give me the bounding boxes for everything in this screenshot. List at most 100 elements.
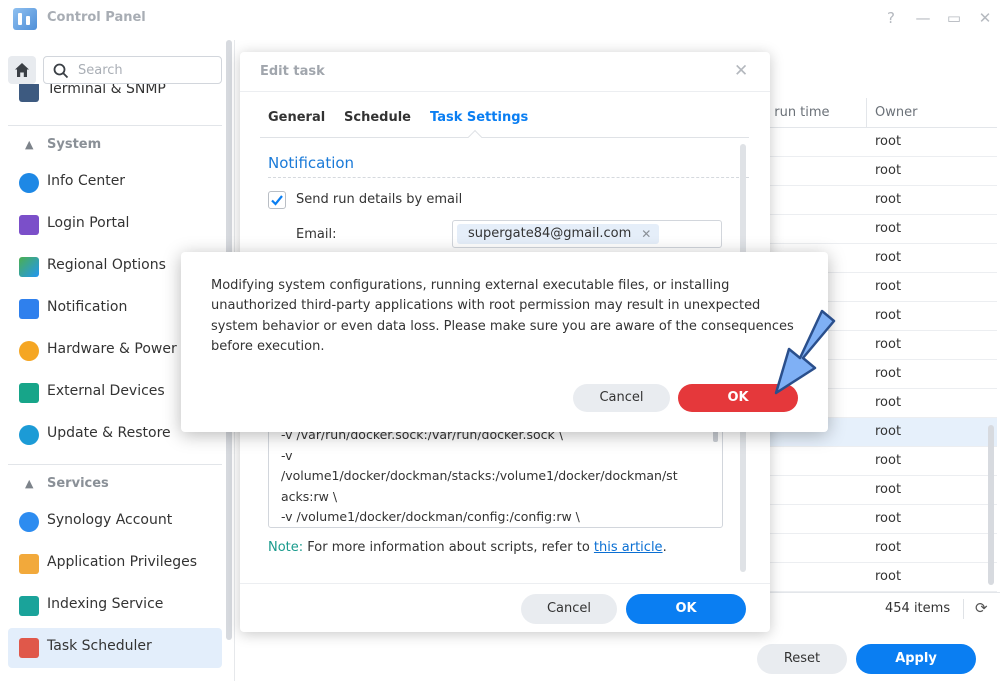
- sidebar-item-application-privileges[interactable]: Application Privileges: [8, 544, 222, 584]
- sidebar-item-indexing-service[interactable]: Indexing Service: [8, 586, 222, 626]
- divider: [240, 583, 770, 584]
- search-input[interactable]: [76, 60, 216, 80]
- info-icon: [19, 173, 39, 193]
- reset-button[interactable]: Reset: [757, 644, 847, 674]
- sidebar-item-terminal-snmp[interactable]: Terminal & SNMP: [8, 84, 222, 106]
- table-footer: 454 items ⟳: [765, 592, 1000, 624]
- login-portal-icon: [19, 215, 39, 235]
- search-icon: [53, 63, 69, 79]
- chevron-up-icon: ▲: [25, 477, 34, 490]
- email-label: Email:: [296, 227, 337, 242]
- owner-cell: root: [875, 134, 902, 149]
- search-field[interactable]: [43, 56, 222, 84]
- send-email-checkbox[interactable]: [268, 191, 286, 209]
- item-count: 454 items: [885, 601, 951, 616]
- indexing-service-icon: [19, 596, 39, 616]
- external-devices-icon: [19, 383, 39, 403]
- table-row[interactable]: root: [765, 128, 997, 157]
- column-divider: [866, 98, 867, 128]
- apply-button[interactable]: Apply: [856, 644, 976, 674]
- owner-cell: root: [875, 163, 902, 178]
- checkmark-icon: [271, 195, 283, 206]
- window-title: Control Panel: [47, 10, 146, 25]
- table-row[interactable]: root: [765, 157, 997, 186]
- owner-cell: root: [875, 192, 902, 207]
- warning-dialog: Modifying system configurations, running…: [181, 252, 828, 432]
- tab-underline: [260, 137, 749, 138]
- divider: [8, 125, 222, 126]
- sidebar-item-login-portal[interactable]: Login Portal: [8, 205, 222, 245]
- column-last-run-time[interactable]: t run time: [765, 105, 830, 120]
- close-icon[interactable]: ✕: [734, 61, 748, 81]
- table-header: t run time Owner: [765, 98, 997, 128]
- table-row[interactable]: root: [765, 186, 997, 215]
- table-row[interactable]: root: [765, 447, 997, 476]
- table-scrollbar[interactable]: [988, 425, 994, 585]
- home-icon: [15, 63, 29, 77]
- title-bar: Control Panel ? — ▭ ✕: [0, 0, 1006, 40]
- script-note: Note: For more information about scripts…: [268, 540, 667, 555]
- email-chip: supergate84@gmail.com ✕: [457, 224, 660, 244]
- script-textarea[interactable]: -v /var/run/docker.sock:/var/run/docker.…: [268, 418, 723, 528]
- table-row[interactable]: root: [765, 563, 997, 592]
- minimize-icon[interactable]: —: [913, 9, 933, 27]
- script-content: -v /var/run/docker.sock:/var/run/docker.…: [281, 427, 678, 524]
- tab-schedule[interactable]: Schedule: [344, 110, 411, 125]
- maximize-icon[interactable]: ▭: [944, 9, 964, 27]
- owner-cell: root: [875, 337, 902, 352]
- tab-indicator: [467, 129, 483, 145]
- chevron-up-icon: ▲: [25, 138, 34, 151]
- remove-email-icon[interactable]: ✕: [641, 224, 651, 244]
- owner-cell: root: [875, 511, 902, 526]
- close-window-icon[interactable]: ✕: [975, 9, 995, 27]
- home-button[interactable]: [8, 56, 36, 84]
- owner-cell: root: [875, 250, 902, 265]
- task-scheduler-icon: [19, 638, 39, 658]
- table-row[interactable]: root: [765, 534, 997, 563]
- this-article-link[interactable]: this article: [594, 540, 663, 555]
- owner-cell: root: [875, 482, 902, 497]
- section-system[interactable]: ▲ System: [8, 132, 222, 162]
- warning-cancel-button[interactable]: Cancel: [573, 384, 670, 412]
- refresh-icon[interactable]: ⟳: [975, 599, 988, 617]
- owner-cell: root: [875, 424, 902, 439]
- owner-cell: root: [875, 221, 902, 236]
- tab-task-settings[interactable]: Task Settings: [430, 110, 528, 125]
- warning-message: Modifying system configurations, running…: [211, 278, 794, 354]
- section-services[interactable]: ▲ Services: [8, 471, 222, 501]
- column-owner[interactable]: Owner: [875, 105, 917, 120]
- notification-icon: [19, 299, 39, 319]
- terminal-icon: [19, 84, 39, 102]
- tab-general[interactable]: General: [268, 110, 325, 125]
- owner-cell: root: [875, 569, 902, 584]
- divider: [240, 91, 770, 92]
- email-value: supergate84@gmail.com: [468, 226, 632, 241]
- sidebar-item-synology-account[interactable]: Synology Account: [8, 502, 222, 542]
- owner-cell: root: [875, 279, 902, 294]
- application-privileges-icon: [19, 554, 39, 574]
- help-icon[interactable]: ?: [881, 9, 901, 27]
- send-email-label: Send run details by email: [296, 192, 463, 207]
- divider: [963, 599, 964, 619]
- owner-cell: root: [875, 453, 902, 468]
- synology-account-icon: [19, 512, 39, 532]
- email-field[interactable]: supergate84@gmail.com ✕: [452, 220, 722, 248]
- table-row[interactable]: root: [765, 476, 997, 505]
- cancel-button[interactable]: Cancel: [521, 594, 617, 624]
- table-row[interactable]: root: [765, 215, 997, 244]
- owner-cell: root: [875, 395, 902, 410]
- dialog-title: Edit task: [260, 64, 325, 79]
- divider: [268, 177, 749, 178]
- divider: [8, 464, 222, 465]
- sidebar-item-task-scheduler[interactable]: Task Scheduler: [8, 628, 222, 668]
- table-row[interactable]: root: [765, 505, 997, 534]
- hardware-power-icon: [19, 341, 39, 361]
- ok-button[interactable]: OK: [626, 594, 746, 624]
- pointer-arrow-icon: [774, 309, 836, 395]
- control-panel-icon: [13, 8, 37, 30]
- section-title-notification: Notification: [268, 154, 355, 172]
- sidebar-item-info-center[interactable]: Info Center: [8, 163, 222, 203]
- owner-cell: root: [875, 366, 902, 381]
- owner-cell: root: [875, 540, 902, 555]
- owner-cell: root: [875, 308, 902, 323]
